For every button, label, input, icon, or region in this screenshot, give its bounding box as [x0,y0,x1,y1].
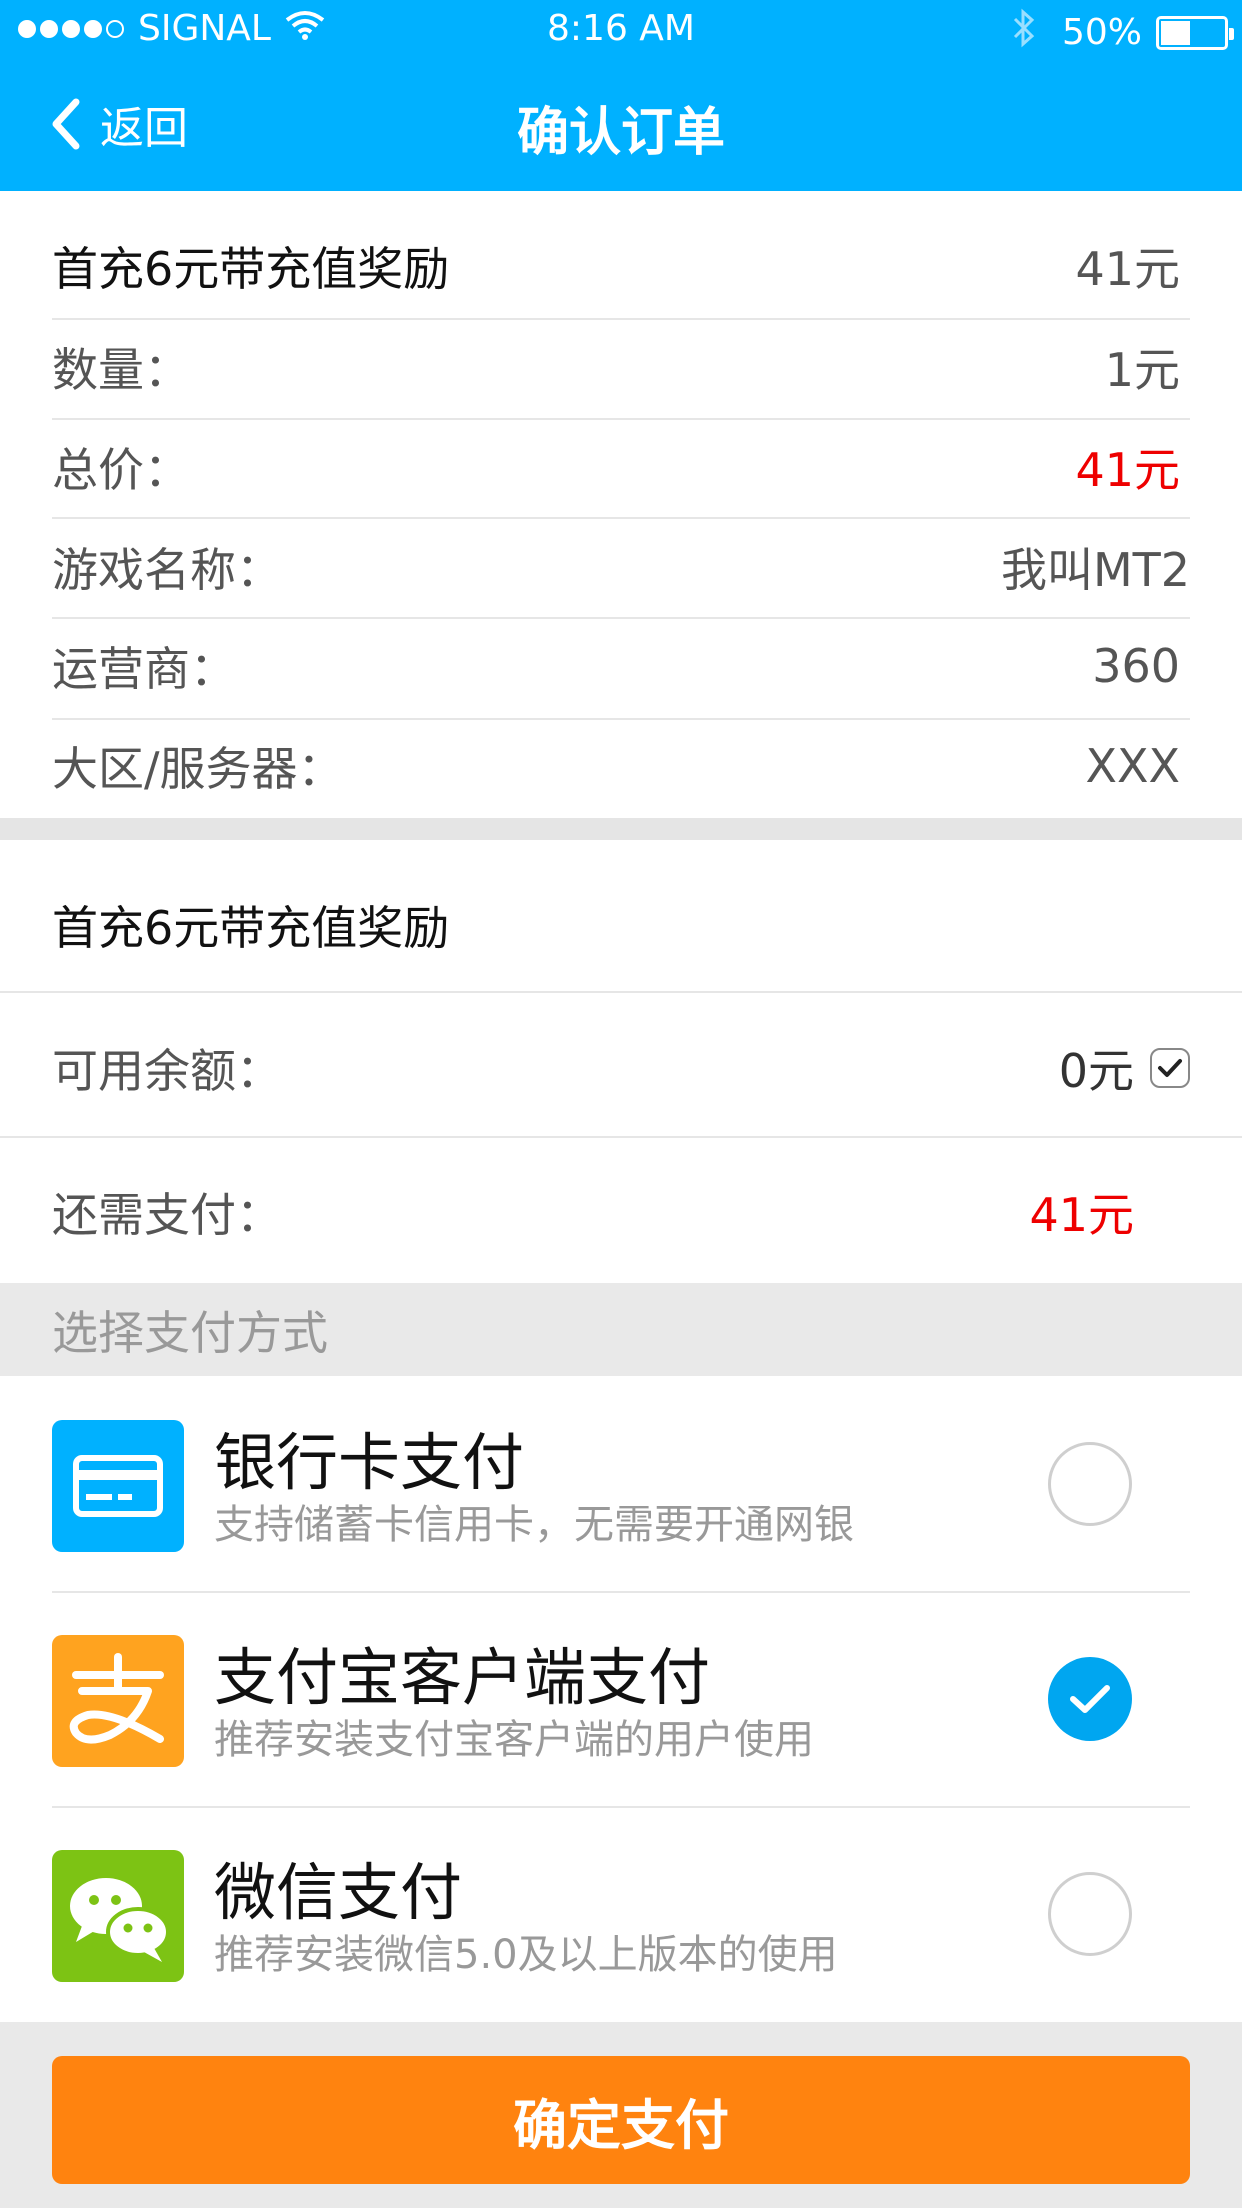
bluetooth-icon [1012,8,1036,57]
summary-product-name: 首充6元带充值奖励 [52,901,450,955]
payment-method-name: 微信支付 [214,1856,463,1929]
order-row-value: XXX [1085,739,1180,793]
order-product-row: 首充6元带充值奖励 41元 [52,216,1190,316]
wechat-icon [52,1850,184,1982]
balance-value: 0元 [1058,1044,1134,1098]
order-row-quantity: 数量： 1元 [52,317,1190,417]
order-row-label: 运营商： [52,642,236,696]
section-gap [0,818,1242,840]
order-row-value: 1元 [1104,343,1180,397]
order-row-total: 总价： 41元 [52,417,1190,517]
header-bar: SIGNAL 8:16 AM 50% 返回 确认订单 [0,0,1242,191]
balance-row[interactable]: 可用余额： 0元 [52,1018,1190,1118]
order-row-value: 360 [1092,639,1180,693]
order-row-label: 大区/服务器： [52,742,344,796]
amount-due-value: 41元 [1029,1188,1134,1242]
order-row-label: 数量： [52,343,190,397]
balance-label: 可用余额： [52,1044,282,1098]
check-icon [1070,1685,1110,1713]
payment-method-name: 支付宝客户端支付 [214,1641,711,1714]
alipay-icon [52,1635,184,1767]
payment-method-desc: 推荐安装微信5.0及以上版本的使用 [214,1932,838,1978]
order-row-label: 总价： [52,443,190,497]
payment-radio-alipay[interactable] [1048,1657,1132,1741]
payment-method-alipay[interactable]: 支付宝客户端支付 推荐安装支付宝客户端的用户使用 [52,1591,1190,1806]
order-row-operator: 运营商： 360 [52,616,1190,716]
payment-method-wechat[interactable]: 微信支付 推荐安装微信5.0及以上版本的使用 [52,1806,1190,2021]
order-product-name: 首充6元带充值奖励 [52,242,450,296]
page-title: 确认订单 [516,103,725,163]
order-row-value: 我叫MT2 [1000,543,1190,597]
order-row-value: 41元 [1075,443,1180,497]
payment-method-desc: 推荐安装支付宝客户端的用户使用 [214,1717,814,1763]
battery-icon [1156,15,1234,50]
payment-method-desc: 支持储蓄卡信用卡，无需要开通网银 [214,1502,854,1548]
payment-radio-wechat[interactable] [1048,1872,1132,1956]
status-bar: SIGNAL 8:16 AM 50% [0,0,1242,62]
confirm-pay-button[interactable]: 确定支付 [52,2056,1190,2184]
payment-section-title: 选择支付方式 [0,1283,1242,1376]
battery-percent: 50% [1061,12,1142,53]
order-row-label: 游戏名称： [52,543,282,597]
payment-method-bank-card[interactable]: 银行卡支付 支持储蓄卡信用卡，无需要开通网银 [52,1376,1190,1591]
check-icon [1158,1059,1182,1077]
balance-checkbox[interactable] [1150,1048,1190,1088]
payment-method-name: 银行卡支付 [214,1426,525,1499]
bank-card-icon [52,1420,184,1552]
order-row-server: 大区/服务器： XXX [52,716,1190,816]
amount-due-label: 还需支付： [52,1188,282,1242]
order-row-game-name: 游戏名称： 我叫MT2 [52,517,1190,617]
payment-radio-bank-card[interactable] [1048,1442,1132,1526]
footer-bar: 确定支付 [0,2022,1242,2208]
order-product-price: 41元 [1075,242,1180,296]
summary-product-row: 首充6元带充值奖励 [52,870,1190,980]
amount-due-row: 还需支付： 41元 [52,1162,1190,1262]
